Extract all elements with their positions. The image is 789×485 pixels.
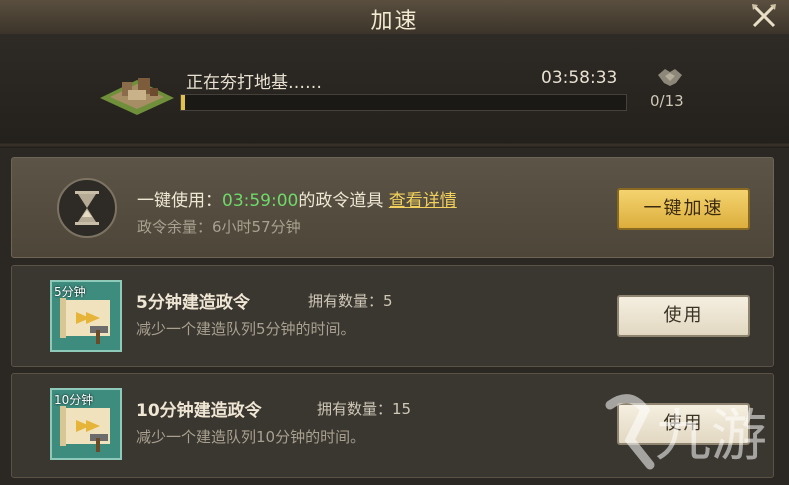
building-icon	[100, 78, 174, 115]
build-progress-fill	[181, 95, 186, 110]
close-icon[interactable]	[749, 1, 779, 31]
item-description: 减少一个建造队列10分钟的时间。	[136, 428, 366, 446]
list-item: 5分钟 5分钟建造政令 拥有数量：5 减少一个建造队列5分钟的时间。 使用	[11, 265, 774, 367]
use-button[interactable]: 使用	[617, 295, 750, 337]
watermark-logo: 九游	[605, 394, 767, 470]
handshake-icon[interactable]	[656, 65, 684, 89]
build-timer: 03:58:33	[541, 68, 618, 88]
build-progress-bar	[180, 94, 627, 111]
remaining-decree-text: 政令余量：6小时57分钟	[137, 218, 301, 236]
item-owned-count: 拥有数量：5	[308, 292, 393, 310]
item-title: 5分钟建造政令	[136, 293, 250, 313]
use-prefix: 一键使用：	[137, 191, 222, 211]
item-title: 10分钟建造政令	[136, 401, 262, 421]
build-status-text: 正在夯打地基……	[186, 73, 322, 93]
view-details-link[interactable]: 查看详情	[389, 191, 457, 211]
watermark-text: 九游	[655, 404, 767, 469]
window-title: 加速	[370, 9, 419, 34]
item-description: 减少一个建造队列5分钟的时间。	[136, 320, 356, 338]
speedup-duration: 03:59:00	[222, 191, 299, 211]
hourglass-icon	[57, 178, 117, 238]
one-click-speedup-button[interactable]: 一键加速	[617, 188, 750, 230]
item-badge: 10分钟	[54, 393, 94, 407]
scroll-hammer-icon: 5分钟	[50, 280, 122, 352]
item-owned-count: 拥有数量：15	[317, 400, 412, 418]
scroll-hammer-icon: 10分钟	[50, 388, 122, 460]
section-divider	[0, 142, 789, 148]
use-suffix: 的政令道具	[298, 191, 384, 211]
item-badge: 5分钟	[54, 285, 86, 299]
speedup-description: 一键使用：03:59:00的政令道具 查看详情	[137, 186, 457, 211]
title-bar: 加速	[0, 0, 789, 35]
one-click-speedup-card: 一键使用：03:59:00的政令道具 查看详情 政令余量：6小时57分钟 一键加…	[11, 157, 774, 258]
help-count: 0/13	[650, 92, 684, 110]
